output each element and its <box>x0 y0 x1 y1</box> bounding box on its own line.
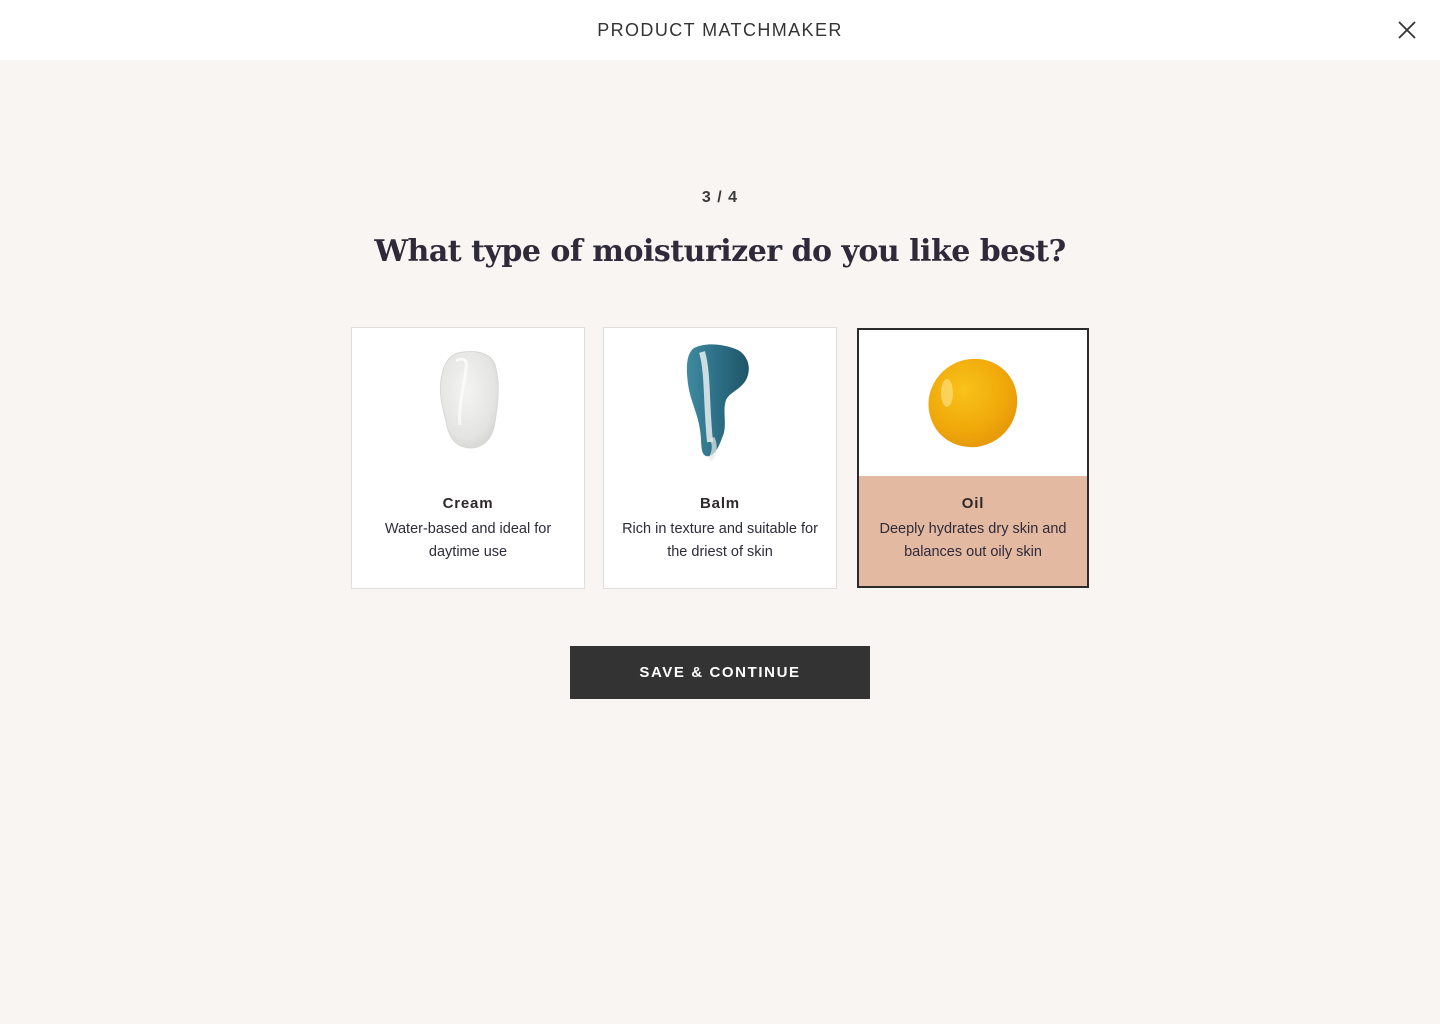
option-description: Rich in texture and suitable for the dri… <box>622 521 818 560</box>
step-indicator: 3 / 4 <box>701 189 739 206</box>
option-image <box>352 328 584 476</box>
top-bar: PRODUCT MATCHMAKER <box>0 0 1440 60</box>
option-text: Balm Rich in texture and suitable for th… <box>604 476 836 588</box>
option-text: Oil Deeply hydrates dry skin and balance… <box>859 476 1087 586</box>
cream-swatch-icon <box>439 351 499 449</box>
option-title: Balm <box>700 495 740 512</box>
option-card-cream[interactable]: Cream Water-based and ideal for daytime … <box>351 327 585 589</box>
option-image <box>604 328 836 476</box>
option-title: Oil <box>961 495 985 512</box>
option-description: Deeply hydrates dry skin and balances ou… <box>879 521 1067 560</box>
option-title: Cream <box>442 495 494 512</box>
option-list: Cream Water-based and ideal for daytime … <box>351 327 1089 589</box>
option-text: Cream Water-based and ideal for daytime … <box>352 476 584 588</box>
option-image <box>859 330 1087 476</box>
close-icon <box>1398 21 1416 39</box>
option-description: Water-based and ideal for daytime use <box>384 521 552 560</box>
question-heading: What type of moisturizer do you like bes… <box>374 234 1066 269</box>
option-card-balm[interactable]: Balm Rich in texture and suitable for th… <box>603 327 837 589</box>
save-continue-button[interactable]: SAVE & CONTINUE <box>570 646 870 699</box>
option-card-oil[interactable]: Oil Deeply hydrates dry skin and balance… <box>857 328 1089 588</box>
oil-swatch-icon <box>928 358 1018 448</box>
balm-swatch-icon <box>686 344 749 462</box>
close-button[interactable] <box>1392 15 1422 45</box>
app-title: PRODUCT MATCHMAKER <box>597 19 843 40</box>
